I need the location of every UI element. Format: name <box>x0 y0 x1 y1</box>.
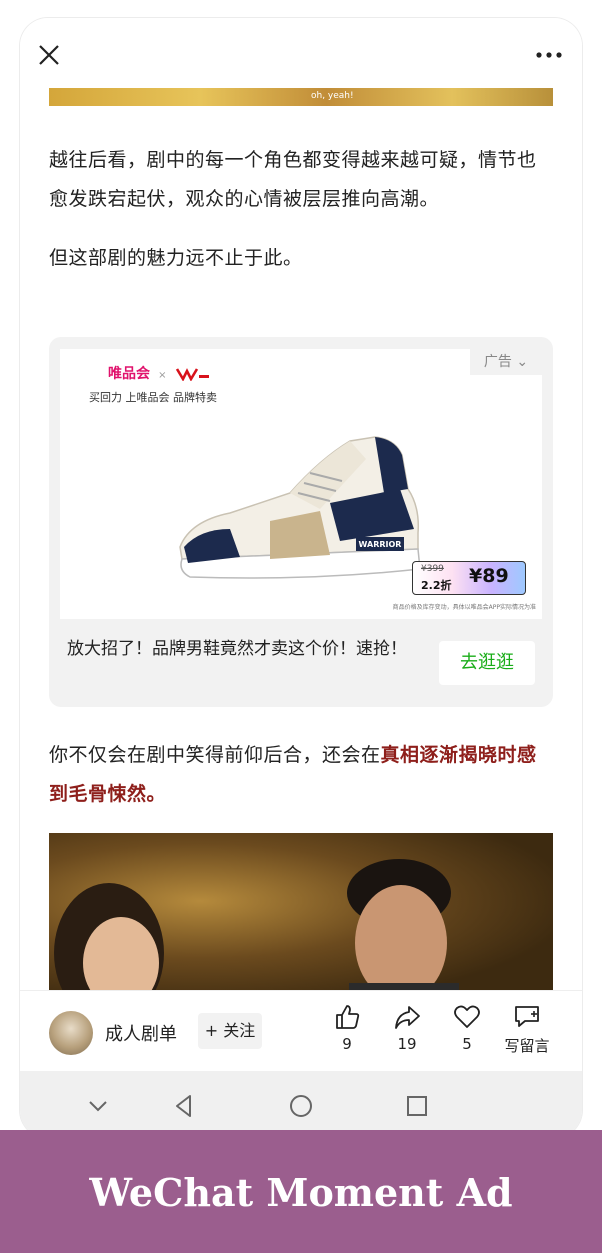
caption-banner: WeChat Moment Ad <box>0 1130 602 1253</box>
article-content[interactable]: oh, yeah! 越往后看，剧中的每一个角色都变得越来越可疑，情节也愈发跌宕起… <box>20 88 582 990</box>
paragraph-3-text: 你不仅会在剧中笑得前仰后合，还会在 <box>49 744 381 766</box>
more-options-icon[interactable] <box>534 46 564 64</box>
like-button[interactable]: 9 <box>317 1003 377 1053</box>
author-name[interactable]: 成人剧单 <box>105 1020 177 1046</box>
ad-caption[interactable]: 放大招了！品牌男鞋竟然才卖这个价！速抢！ <box>67 635 427 663</box>
article-paragraph-1: 越往后看，剧中的每一个角色都变得越来越可疑，情节也愈发跌宕起伏，观众的心情被层层… <box>49 149 537 210</box>
photo-people-illustration <box>54 859 459 990</box>
ad-tag[interactable]: 广告 ⌄ <box>470 349 542 375</box>
home-circle-icon[interactable] <box>286 1091 316 1121</box>
warrior-logo-icon <box>175 367 209 382</box>
ad-image[interactable]: 唯品会 × 买回力 上唯品会 品牌特卖 广告 ⌄ WARRIOR ¥399 2.… <box>60 349 542 619</box>
article-paragraph-2: 但这部剧的魅力远不止于此。 <box>49 247 303 269</box>
ad-card[interactable]: 唯品会 × 买回力 上唯品会 品牌特卖 广告 ⌄ WARRIOR ¥399 2.… <box>49 337 553 707</box>
close-icon[interactable] <box>36 42 62 68</box>
brand-separator: × <box>158 370 167 381</box>
price-tag: ¥399 2.2折 ¥89 <box>412 561 526 595</box>
shoe-brand-label: WARRIOR <box>359 540 402 549</box>
ad-cta-button[interactable]: 去逛逛 <box>439 641 535 685</box>
article-photo <box>49 833 553 990</box>
article-action-bar: 成人剧单 + 关注 9 19 5 写留言 <box>20 990 582 1071</box>
chevron-down-nav-icon[interactable] <box>83 1091 113 1121</box>
thumbs-up-icon <box>336 1005 360 1029</box>
wow-button[interactable]: 5 <box>437 1003 497 1053</box>
comment-button[interactable]: 写留言 <box>497 1003 557 1056</box>
heart-icon <box>454 1005 480 1028</box>
price-new: ¥89 <box>469 565 509 587</box>
top-bar <box>20 18 582 88</box>
brand-row: 唯品会 × <box>108 363 211 382</box>
comment-label: 写留言 <box>504 1037 550 1055</box>
follow-button[interactable]: + 关注 <box>198 1013 262 1049</box>
article-top-image: oh, yeah! <box>49 88 553 106</box>
comment-icon <box>515 1006 539 1027</box>
ad-tag-label: 广告 <box>483 354 512 370</box>
image-subtitle: oh, yeah! <box>311 91 354 101</box>
article-paragraph-3: 你不仅会在剧中笑得前仰后合，还会在真相逐渐揭晓时感到毛骨悚然。 <box>49 736 555 814</box>
share-button[interactable]: 19 <box>377 1003 437 1053</box>
author-avatar[interactable] <box>49 1011 93 1055</box>
price-discount: 2.2折 <box>421 579 452 592</box>
chevron-down-icon: ⌄ <box>516 354 529 370</box>
like-count: 9 <box>342 1035 352 1053</box>
share-count: 19 <box>397 1035 417 1053</box>
brand-name: 唯品会 <box>108 366 150 382</box>
back-triangle-icon[interactable] <box>169 1091 199 1121</box>
recents-square-icon[interactable] <box>402 1091 432 1121</box>
banner-title: WeChat Moment Ad <box>89 1170 513 1215</box>
system-nav-bar <box>20 1071 582 1138</box>
share-arrow-icon <box>395 1006 420 1029</box>
price-old: ¥399 <box>421 564 444 574</box>
wow-count: 5 <box>462 1035 472 1053</box>
sneaker-image: WARRIOR <box>179 436 421 579</box>
phone-screen: oh, yeah! 越往后看，剧中的每一个角色都变得越来越可疑，情节也愈发跌宕起… <box>20 18 582 1138</box>
brand-slogan: 买回力 上唯品会 品牌特卖 <box>89 391 217 404</box>
ad-footnote: 商品价格及库存变动，具体以唯品会APP实际情况为准 <box>392 604 536 611</box>
